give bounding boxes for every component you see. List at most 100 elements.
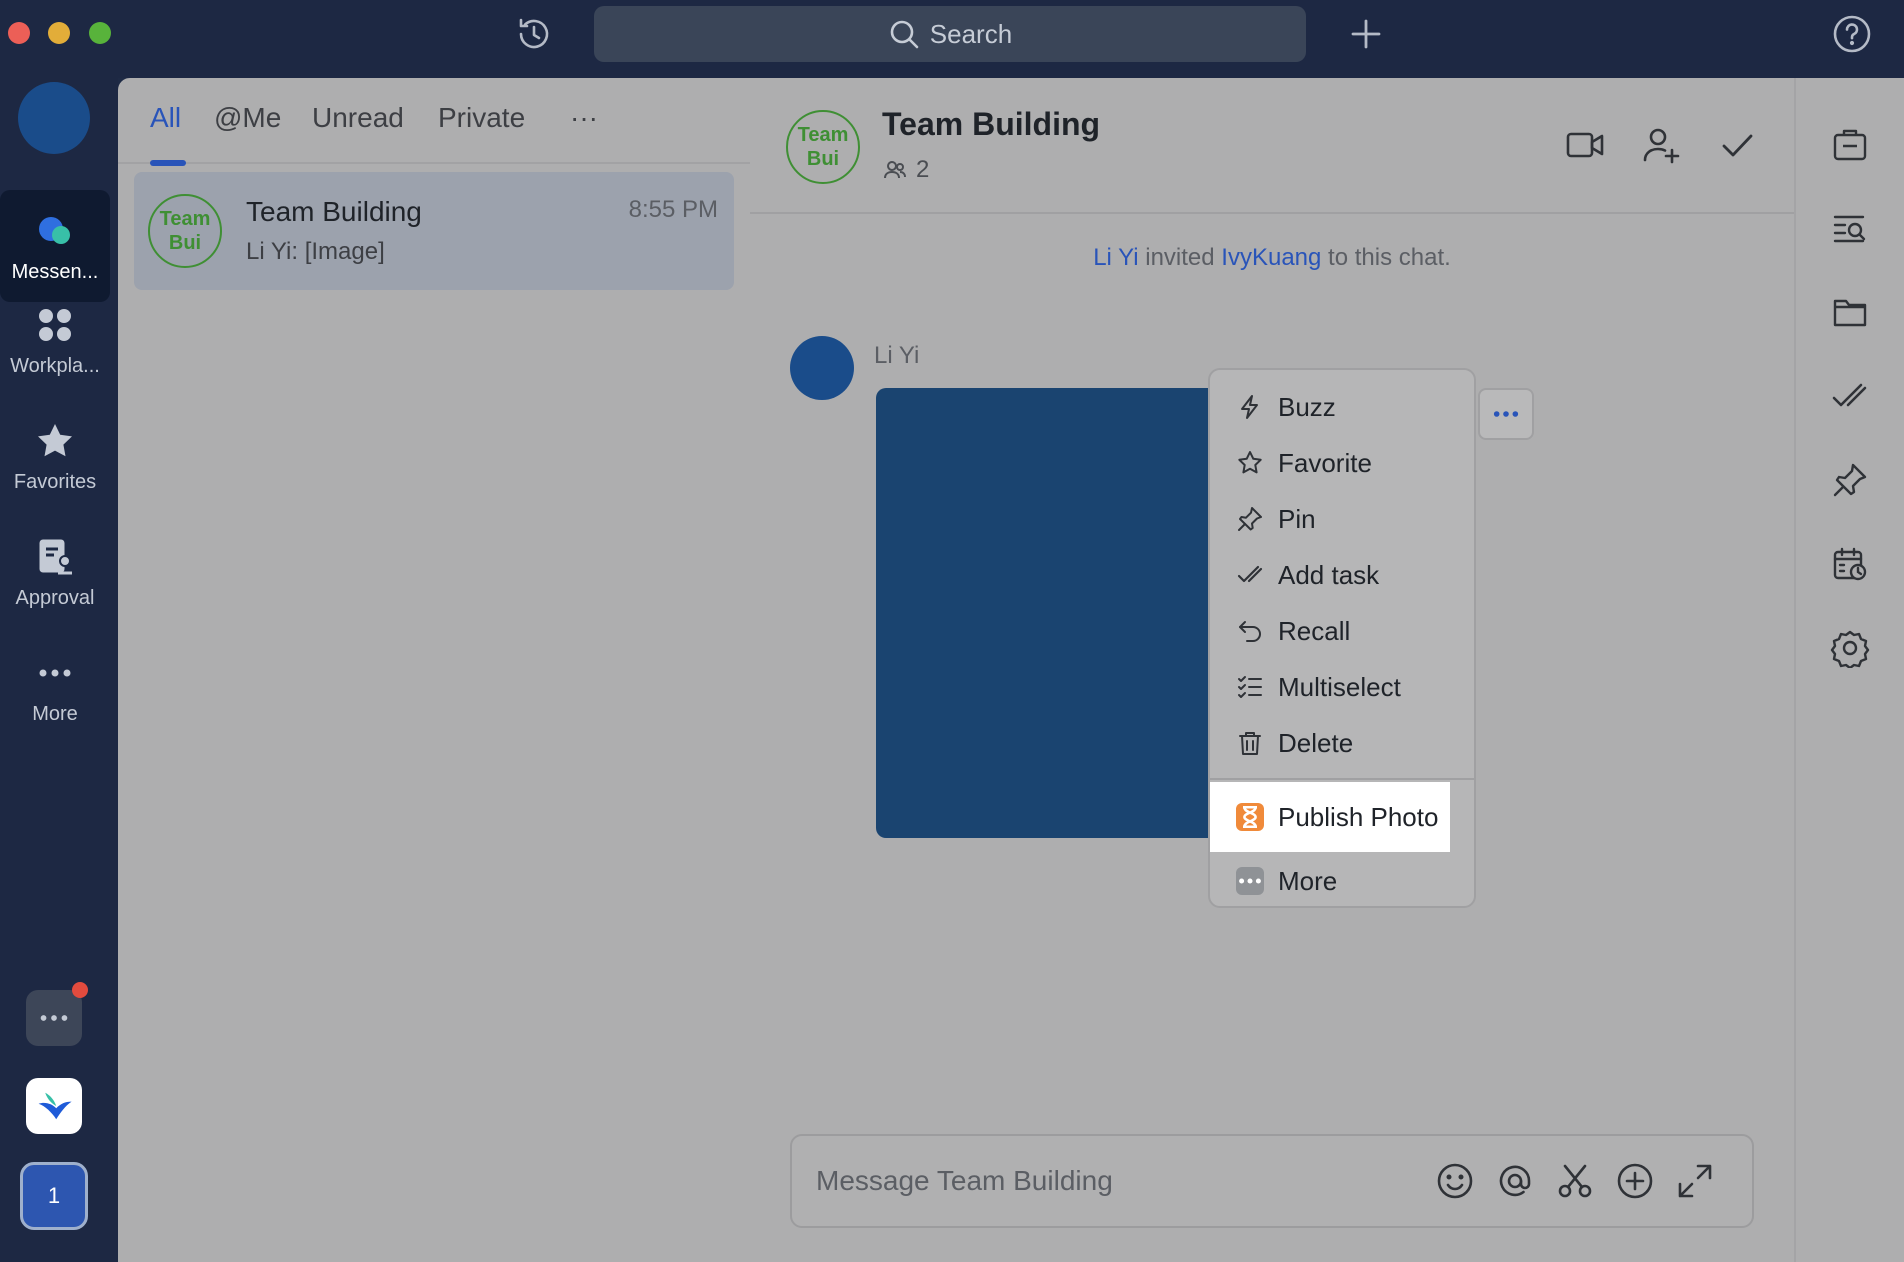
more-dots-icon (1493, 411, 1519, 417)
menu-item-multiselect[interactable]: Multiselect (1210, 660, 1474, 714)
checklist-icon (1238, 676, 1262, 698)
video-call-icon[interactable] (1564, 124, 1606, 166)
tab-unread[interactable]: Unread (312, 102, 404, 134)
member-count-value: 2 (916, 156, 930, 183)
menu-item-label: Publish Photo (1278, 801, 1439, 832)
rail-item-favorites[interactable]: Favorites (0, 400, 110, 512)
search-history-icon[interactable] (1830, 208, 1870, 248)
chat-preview: Li Yi: [Image] (246, 238, 385, 265)
menu-item-recall[interactable]: Recall (1210, 604, 1474, 658)
right-toolbar (1794, 78, 1904, 1262)
sender-name: Li Yi (874, 342, 920, 369)
rail-item-label: More (32, 702, 78, 725)
tasks-icon[interactable] (1830, 376, 1870, 416)
chat-header: Team Bui Team Building 2 (750, 78, 1794, 214)
conversation-list-panel: All @Me Unread Private ··· Team Bui Team… (118, 78, 750, 1262)
rail-item-label: Messen... (11, 260, 99, 283)
member-count[interactable]: 2 (882, 156, 929, 184)
star-icon (38, 423, 72, 456)
rail-item-label: Favorites (13, 470, 97, 493)
menu-item-label: Pin (1278, 503, 1316, 534)
rail-item-label: Workpla... (10, 354, 100, 377)
rail-item-workplace[interactable]: Workpla... (0, 284, 110, 396)
menu-separator (1210, 778, 1474, 780)
calendar-clock-icon[interactable] (1830, 544, 1870, 584)
more-dots-icon (40, 1015, 68, 1021)
nav-rail: Messen... Workpla... Favorites Approval … (0, 78, 118, 1262)
menu-item-publish-photo[interactable]: Publish Photo (1210, 782, 1450, 852)
system-target-link[interactable]: IvyKuang (1221, 244, 1321, 271)
avatar-text-line2: Bui (806, 148, 840, 170)
menu-item-pin[interactable]: Pin (1210, 492, 1474, 546)
folder-icon[interactable] (1830, 292, 1870, 332)
mention-icon[interactable] (1494, 1160, 1536, 1202)
plus-icon[interactable] (1346, 14, 1386, 54)
tab-more[interactable]: ··· (570, 102, 598, 134)
system-actor-link[interactable]: Li Yi (1093, 244, 1138, 271)
rail-item-more[interactable]: More (0, 632, 110, 744)
screenshot-scissors-icon[interactable] (1554, 1160, 1596, 1202)
pinned-app-more[interactable] (26, 982, 88, 1046)
approval-icon (39, 539, 72, 574)
members-icon (884, 161, 906, 179)
user-avatar[interactable] (18, 82, 90, 154)
list-tabs: All @Me Unread Private ··· (118, 78, 750, 166)
settings-gear-icon[interactable] (1830, 628, 1870, 668)
menu-item-label: Multiselect (1278, 671, 1401, 702)
pin-icon[interactable] (1830, 460, 1870, 500)
menu-item-label: Favorite (1278, 447, 1372, 478)
pinned-app-lark[interactable] (26, 1078, 82, 1134)
tab-all[interactable]: All (150, 102, 181, 134)
menu-item-more[interactable]: More (1210, 854, 1474, 908)
group-avatar: Team Bui (148, 194, 222, 268)
message-more-button[interactable] (1478, 388, 1534, 440)
check-icon (1237, 565, 1263, 583)
sender-avatar[interactable] (790, 336, 854, 400)
search-label: Search (929, 18, 1013, 49)
chat-time: 8:55 PM (628, 196, 718, 223)
add-attachment-icon[interactable] (1614, 1160, 1656, 1202)
window-close-button[interactable] (8, 22, 30, 44)
bolt-icon (1241, 395, 1258, 419)
workspace-badge[interactable]: 1 (20, 1162, 88, 1230)
checkmark-icon[interactable] (1716, 124, 1758, 166)
menu-item-label: Buzz (1278, 391, 1336, 422)
lark-logo-icon (38, 1092, 72, 1120)
system-suffix: to this chat. (1328, 244, 1451, 271)
apps-grid-icon (39, 308, 71, 341)
menu-item-favorite[interactable]: Favorite (1210, 436, 1474, 490)
tab-private[interactable]: Private (438, 102, 525, 134)
menu-item-add-task[interactable]: Add task (1210, 548, 1474, 602)
expand-icon[interactable] (1674, 1160, 1716, 1202)
avatar-text-line1: Team (159, 208, 211, 230)
chat-title[interactable]: Team Building (882, 106, 1100, 143)
active-tab-indicator (150, 160, 186, 166)
history-icon[interactable] (514, 14, 554, 54)
message-context-menu: Buzz Favorite Pin Add task Recall Multis… (1208, 368, 1476, 908)
hourglass-app-icon (1236, 803, 1264, 831)
rail-item-approval[interactable]: Approval (0, 516, 110, 628)
avatar-text-line1: Team (797, 124, 849, 146)
window-zoom-button[interactable] (89, 22, 111, 44)
help-icon[interactable] (1832, 14, 1872, 54)
tab-mentions[interactable]: @Me (214, 102, 281, 134)
menu-item-label: Delete (1278, 727, 1354, 758)
search-bar[interactable]: Search (594, 6, 1306, 62)
window-minimize-button[interactable] (48, 22, 70, 44)
chat-name: Team Building (246, 196, 422, 227)
emoji-icon[interactable] (1434, 1160, 1476, 1202)
menu-item-label: Recall (1278, 615, 1351, 646)
menu-item-label: More (1278, 865, 1338, 896)
notification-dot (72, 982, 88, 998)
menu-item-delete[interactable]: Delete (1210, 716, 1474, 770)
workspace-number: 1 (47, 1183, 61, 1208)
add-member-icon[interactable] (1640, 124, 1682, 166)
chat-list-item[interactable]: Team Bui Team Building Li Yi: [Image] 8:… (134, 172, 734, 290)
message-input[interactable] (816, 1156, 1416, 1206)
undo-icon (1239, 621, 1261, 642)
search-icon (890, 20, 919, 49)
announcement-icon[interactable] (1830, 124, 1870, 164)
group-avatar[interactable]: Team Bui (786, 110, 860, 184)
menu-item-buzz[interactable]: Buzz (1210, 380, 1474, 434)
more-dots-icon (39, 669, 71, 676)
